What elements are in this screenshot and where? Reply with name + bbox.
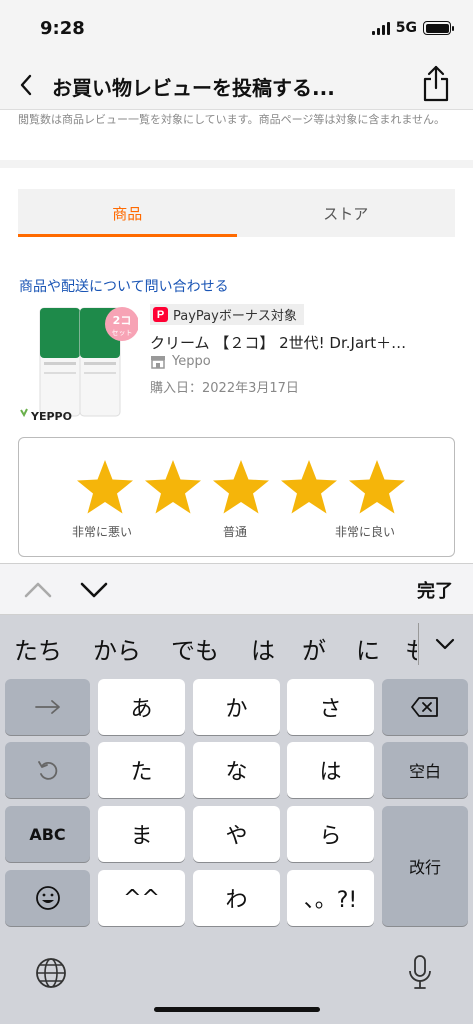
share-icon[interactable] [421, 64, 451, 104]
candidate-bar: たち から でも は が に も [0, 615, 473, 677]
star-icon[interactable] [346, 458, 408, 516]
candidate-item[interactable]: は [251, 631, 275, 666]
candidate-item[interactable]: でも [171, 631, 219, 666]
backspace-icon [411, 697, 438, 717]
star-rating[interactable] [74, 458, 408, 516]
emoji-key[interactable] [5, 870, 90, 926]
candidate-item[interactable]: に [356, 631, 380, 666]
chevron-up-icon[interactable] [22, 576, 54, 604]
product-name[interactable]: クリーム 【２コ】 2世代! Dr.Jart＋… [150, 332, 450, 353]
key-ha[interactable]: は [287, 742, 374, 798]
tab-bar: 商品 ストア [18, 189, 455, 237]
candidate-item[interactable]: も [405, 631, 417, 666]
key-ta[interactable]: た [98, 742, 185, 798]
star-icon[interactable] [74, 458, 136, 516]
key-sa[interactable]: さ [287, 679, 374, 735]
status-indicators: 5G [371, 20, 454, 36]
done-button[interactable]: 完了 [417, 577, 453, 603]
tab-product[interactable]: 商品 [18, 189, 237, 237]
enter-key[interactable]: 改行 [382, 806, 468, 926]
undo-icon [37, 761, 57, 780]
key-na[interactable]: な [193, 742, 280, 798]
keyboard: たち から でも は が に も あ か さ た な は 空白 ABC ま や … [0, 615, 473, 1024]
key-ka[interactable]: か [193, 679, 280, 735]
store-name: Yeppo [172, 354, 211, 369]
rating-box: 非常に悪い 普通 非常に良い [18, 437, 455, 557]
key-kaomoji[interactable]: ^^ [98, 870, 185, 926]
svg-text:YEPPO: YEPPO [30, 410, 72, 423]
emoji-icon [35, 886, 60, 910]
key-punctuation[interactable]: 、。?! [287, 870, 374, 926]
rating-label-neutral: 普通 [223, 525, 248, 539]
key-wa[interactable]: わ [193, 870, 280, 926]
keyboard-toolbar: 完了 [0, 563, 473, 615]
next-key[interactable] [5, 679, 90, 735]
star-icon[interactable] [278, 458, 340, 516]
candidate-item[interactable]: たち [14, 631, 62, 666]
page-title: お買い物レビューを投稿する... [52, 76, 335, 100]
key-ya[interactable]: や [193, 806, 280, 862]
section-divider [0, 160, 473, 168]
candidate-item[interactable]: が [302, 631, 326, 666]
key-ma[interactable]: ま [98, 806, 185, 862]
purchase-date: 購入日：2022年3月17日 [150, 381, 299, 396]
status-bar: 9:28 5G [0, 0, 473, 60]
nav-bar: お買い物レビューを投稿する... [0, 60, 473, 110]
chevron-left-icon[interactable] [14, 70, 38, 100]
rating-label-good: 非常に良い [335, 525, 396, 539]
arrow-right-icon [34, 700, 60, 714]
signal-icon [371, 21, 390, 35]
home-indicator [154, 1007, 320, 1012]
status-time: 9:28 [40, 18, 85, 39]
candidate-divider [418, 623, 419, 665]
chevron-down-icon[interactable] [78, 576, 110, 604]
candidate-item[interactable]: から [93, 631, 141, 666]
abc-key[interactable]: ABC [5, 806, 90, 862]
store-icon [151, 355, 165, 369]
globe-icon[interactable] [34, 956, 68, 990]
star-icon[interactable] [142, 458, 204, 516]
rating-label-bad: 非常に悪い [72, 525, 133, 539]
battery-icon [423, 21, 454, 35]
inquiry-link[interactable]: 商品や配送について問い合わせる [19, 276, 229, 296]
space-key[interactable]: 空白 [382, 742, 468, 798]
tab-store[interactable]: ストア [237, 189, 456, 237]
paypay-bonus-badge: P PayPayボーナス対象 [150, 304, 304, 325]
chevron-down-icon[interactable] [432, 631, 458, 657]
product-image[interactable]: 2コ セット YEPPO [18, 302, 139, 426]
notice-text: 閲覧数は商品レビュー一覧を対象にしています。商品ページ等は対象に含まれません。 [18, 113, 446, 126]
svg-text:2コ: 2コ [113, 314, 132, 327]
key-ra[interactable]: ら [287, 806, 374, 862]
undo-key[interactable] [5, 742, 90, 798]
star-icon[interactable] [210, 458, 272, 516]
store-row: Yeppo [150, 354, 211, 369]
delete-key[interactable] [382, 679, 468, 735]
svg-text:セット: セット [112, 329, 133, 337]
paypay-logo-icon: P [153, 307, 168, 322]
network-label: 5G [395, 20, 417, 36]
key-a[interactable]: あ [98, 679, 185, 735]
bonus-label: PayPayボーナス対象 [173, 309, 297, 324]
microphone-icon[interactable] [406, 954, 434, 992]
